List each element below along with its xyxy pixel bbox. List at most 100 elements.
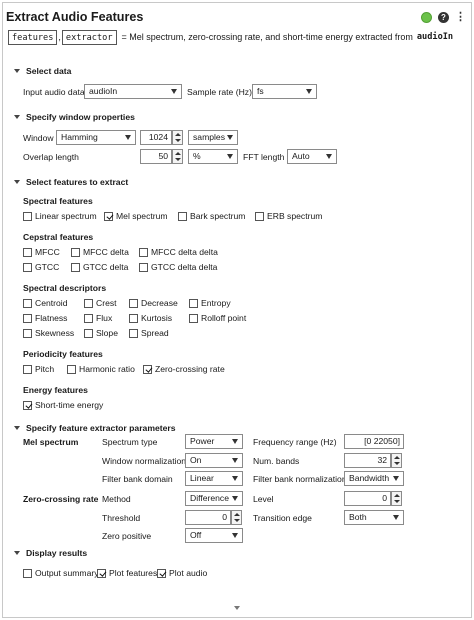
filter-bank-normalization-label: Filter bank normalization (253, 474, 347, 484)
collapse-arrow-icon[interactable] (14, 180, 20, 184)
checkbox-flux[interactable]: Flux (84, 312, 112, 324)
checkbox-erb-spectrum[interactable]: ERB spectrum (255, 210, 322, 222)
checkbox-linear-spectrum[interactable]: Linear spectrum (23, 210, 97, 222)
window-length-spinner[interactable] (172, 130, 183, 145)
checkbox-mfcc-delta[interactable]: MFCC delta (71, 246, 129, 258)
checkbox-rolloff-point[interactable]: Rolloff point (189, 312, 246, 324)
checkbox-short-time-energy[interactable]: Short-time energy (23, 399, 103, 411)
frequency-range-label: Frequency range (Hz) (253, 437, 337, 447)
threshold-input[interactable]: 0 (185, 510, 231, 525)
zero-crossing-rate-heading: Zero-crossing rate (23, 494, 99, 504)
num-bands-label: Num. bands (253, 456, 300, 466)
sample-rate-label: Sample rate (Hz) (187, 87, 252, 97)
checkbox-bark-spectrum[interactable]: Bark spectrum (178, 210, 245, 222)
section-select-data[interactable]: Select data (14, 66, 71, 76)
checkbox-spread[interactable]: Spread (129, 327, 169, 339)
collapse-arrow-icon[interactable] (14, 115, 20, 119)
checkbox-gtcc-delta-delta[interactable]: GTCC delta delta (139, 261, 217, 273)
chevron-down-icon (232, 439, 238, 444)
filter-bank-normalization-dropdown[interactable]: Bandwidth (344, 471, 404, 486)
chevron-down-icon (171, 89, 177, 94)
checkbox-decrease[interactable]: Decrease (129, 297, 178, 309)
filter-bank-domain-dropdown[interactable]: Linear (185, 471, 243, 486)
input-audio-label: Input audio data (23, 87, 85, 97)
section-display-results[interactable]: Display results (14, 548, 87, 558)
checkbox-pitch[interactable]: Pitch (23, 363, 54, 375)
code-description: = Mel spectrum, zero-crossing rate, and … (121, 32, 413, 42)
checkbox-slope[interactable]: Slope (84, 327, 118, 339)
num-bands-spinner[interactable] (391, 453, 402, 468)
chevron-down-icon (393, 515, 399, 520)
collapse-arrow-icon[interactable] (14, 551, 20, 555)
checkbox-crest[interactable]: Crest (84, 297, 117, 309)
checkbox-skewness[interactable]: Skewness (23, 327, 74, 339)
checkbox-mel-spectrum[interactable]: Mel spectrum (104, 210, 168, 222)
chevron-down-icon (232, 496, 238, 501)
level-input[interactable]: 0 (344, 491, 391, 506)
checkbox-centroid[interactable]: Centroid (23, 297, 67, 309)
spectral-features-heading: Spectral features (23, 196, 93, 206)
more-options-icon[interactable]: ⋮ (455, 12, 466, 23)
header-icons: ? ⋮ (421, 12, 466, 23)
window-length-input[interactable]: 1024 (140, 130, 172, 145)
spectrum-type-label: Spectrum type (102, 437, 158, 447)
checkbox-gtcc[interactable]: GTCC (23, 261, 59, 273)
chevron-down-icon (227, 154, 233, 159)
checkbox-plot-audio[interactable]: Plot audio (157, 567, 207, 579)
spectral-descriptors-heading: Spectral descriptors (23, 283, 107, 293)
transition-edge-label: Transition edge (253, 513, 312, 523)
chevron-down-icon (232, 533, 238, 538)
fft-length-dropdown[interactable]: Auto (287, 149, 337, 164)
overlap-label: Overlap length (23, 152, 79, 162)
section-extractor-parameters[interactable]: Specify feature extractor parameters (14, 423, 176, 433)
input-audio-dropdown[interactable]: audioIn (84, 84, 182, 99)
checkbox-plot-features[interactable]: Plot features (97, 567, 157, 579)
zero-positive-label: Zero positive (102, 531, 152, 541)
checkbox-kurtosis[interactable]: Kurtosis (129, 312, 172, 324)
window-type-dropdown[interactable]: Hamming (56, 130, 136, 145)
filter-bank-domain-label: Filter bank domain (102, 474, 173, 484)
collapse-arrow-icon[interactable] (14, 69, 20, 73)
zero-positive-dropdown[interactable]: Off (185, 528, 243, 543)
section-select-features[interactable]: Select features to extract (14, 177, 128, 187)
checkbox-mfcc-delta-delta[interactable]: MFCC delta delta (139, 246, 218, 258)
section-window-properties[interactable]: Specify window properties (14, 112, 135, 122)
status-dot-icon (421, 12, 432, 23)
output-var-extractor[interactable]: extractor (61, 29, 117, 45)
level-spinner[interactable] (391, 491, 402, 506)
mel-spectrum-heading: Mel spectrum (23, 437, 79, 447)
window-normalization-dropdown[interactable]: On (185, 453, 243, 468)
overlap-unit-dropdown[interactable]: % (188, 149, 238, 164)
transition-edge-dropdown[interactable]: Both (344, 510, 404, 525)
checkbox-gtcc-delta[interactable]: GTCC delta (71, 261, 128, 273)
spectrum-type-dropdown[interactable]: Power (185, 434, 243, 449)
overlap-input[interactable]: 50 (140, 149, 172, 164)
overlap-spinner[interactable] (172, 149, 183, 164)
sample-rate-dropdown[interactable]: fs (252, 84, 317, 99)
checkbox-output-summary[interactable]: Output summary (23, 567, 99, 579)
chevron-down-icon (232, 458, 238, 463)
panel-title: Extract Audio Features (6, 10, 144, 24)
num-bands-input[interactable]: 32 (344, 453, 391, 468)
chevron-down-icon (232, 476, 238, 481)
code-summary: features , extractor = Mel spectrum, zer… (8, 29, 453, 45)
collapse-panel-icon[interactable] (234, 606, 240, 610)
code-input-name: audioIn (416, 32, 454, 42)
checkbox-mfcc[interactable]: MFCC (23, 246, 60, 258)
checkbox-harmonic-ratio[interactable]: Harmonic ratio (67, 363, 135, 375)
frequency-range-input[interactable]: [0 22050] (344, 434, 404, 449)
energy-features-heading: Energy features (23, 385, 88, 395)
method-label: Method (102, 494, 131, 504)
window-label: Window (23, 133, 54, 143)
level-label: Level (253, 494, 274, 504)
fft-length-label: FFT length (243, 152, 285, 162)
output-var-features[interactable]: features (8, 29, 58, 45)
checkbox-flatness[interactable]: Flatness (23, 312, 67, 324)
window-unit-dropdown[interactable]: samples (188, 130, 238, 145)
checkbox-zero-crossing-rate[interactable]: Zero-crossing rate (143, 363, 225, 375)
checkbox-entropy[interactable]: Entropy (189, 297, 231, 309)
method-dropdown[interactable]: Difference (185, 491, 243, 506)
collapse-arrow-icon[interactable] (14, 426, 20, 430)
threshold-spinner[interactable] (231, 510, 242, 525)
help-icon[interactable]: ? (438, 12, 449, 23)
